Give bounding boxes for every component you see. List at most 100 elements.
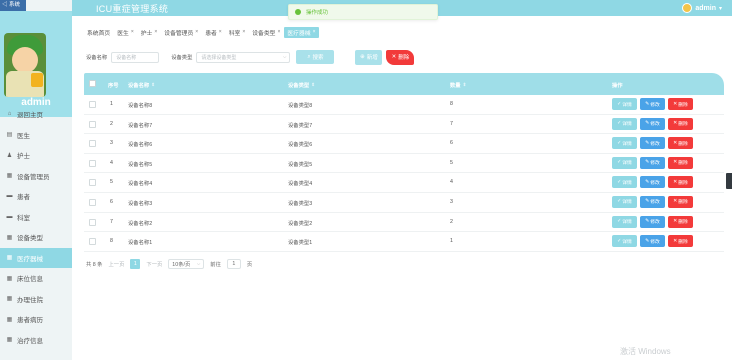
- sort-icon[interactable]: ⇕: [463, 82, 467, 88]
- page-number-current[interactable]: 1: [130, 259, 141, 269]
- add-button[interactable]: ⊕ 新增: [355, 49, 383, 65]
- sidebar-item-label: 医生: [17, 132, 30, 140]
- toast-message: 操作成功: [306, 10, 329, 16]
- edit-button[interactable]: ✎ 修改: [640, 176, 665, 189]
- sidebar-item-11[interactable]: ▦ 治疗信息: [0, 330, 72, 351]
- view-button[interactable]: ✓ 详情: [612, 176, 637, 189]
- close-icon[interactable]: ×: [242, 29, 245, 35]
- close-icon[interactable]: ×: [219, 29, 222, 35]
- header-type[interactable]: 设备类型 ⇕: [288, 81, 315, 89]
- view-button[interactable]: ✓ 详情: [612, 98, 637, 110]
- device-name-input[interactable]: 设备名称: [111, 51, 160, 63]
- row-checkbox[interactable]: [89, 218, 96, 226]
- edit-button[interactable]: ✎ 修改: [640, 215, 665, 228]
- sidebar-item-5[interactable]: ▬ 科室: [0, 207, 72, 228]
- delete-button[interactable]: ✕ 删除: [668, 137, 693, 150]
- delete-button[interactable]: ✕ 删除: [668, 98, 693, 110]
- edit-label: 修改: [650, 161, 660, 167]
- view-button[interactable]: ✓ 详情: [612, 235, 637, 248]
- edit-button[interactable]: ✎ 修改: [640, 98, 665, 110]
- search-button[interactable]: ⌕ 搜索: [296, 50, 335, 64]
- tab-7[interactable]: 医疗器械 ×: [284, 26, 319, 38]
- close-icon[interactable]: ×: [154, 29, 157, 35]
- sort-icon[interactable]: ⇕: [151, 82, 155, 88]
- edit-button[interactable]: ✎ 修改: [640, 137, 665, 150]
- user-avatar[interactable]: [682, 3, 693, 13]
- view-button[interactable]: ✓ 详情: [612, 137, 637, 150]
- sidebar-item-1[interactable]: ▤ 医生: [0, 125, 72, 146]
- view-label: 详情: [622, 200, 632, 206]
- sort-icon[interactable]: ⇕: [311, 82, 315, 88]
- sidebar-collapse-tag[interactable]: ◁ 系统: [0, 0, 26, 11]
- view-button[interactable]: ✓ 详情: [612, 215, 637, 228]
- tab-5[interactable]: 科室 ×: [226, 27, 249, 38]
- view-button[interactable]: ✓ 详情: [612, 117, 637, 130]
- user-name[interactable]: admin: [695, 5, 716, 12]
- row-checkbox[interactable]: [89, 198, 96, 206]
- check-icon: ✓: [617, 121, 622, 127]
- delete-button[interactable]: ✕ 删除: [668, 215, 693, 228]
- chevron-down-icon[interactable]: ▾: [719, 5, 722, 12]
- edit-button[interactable]: ✎ 修改: [640, 117, 665, 130]
- edit-button[interactable]: ✎ 修改: [640, 235, 665, 248]
- close-icon[interactable]: ×: [277, 29, 280, 35]
- sidebar-item-4[interactable]: ▬ 患者: [0, 186, 72, 207]
- sidebar-item-6[interactable]: ▦ 设备类型: [0, 227, 72, 248]
- row-checkbox[interactable]: [89, 179, 96, 187]
- cell-name: 设备名称3: [128, 200, 153, 207]
- page-size-select[interactable]: 10条/页 ⌵: [168, 259, 205, 269]
- sidebar-item-2[interactable]: ♟ 护士: [0, 145, 72, 166]
- tab-3[interactable]: 设备管理员 ×: [161, 27, 201, 38]
- close-icon[interactable]: ×: [131, 29, 134, 35]
- sidebar-item-3[interactable]: ▦ 设备管理员: [0, 166, 72, 187]
- delete-button[interactable]: ✕ 删除: [668, 235, 693, 248]
- goto-page-input[interactable]: 1: [226, 259, 241, 269]
- view-button[interactable]: ✓ 详情: [612, 195, 637, 208]
- tab-6[interactable]: 设备类型 ×: [249, 27, 283, 38]
- user-menu[interactable]: admin ▾: [682, 2, 722, 14]
- tab-0[interactable]: 系统首页: [84, 27, 113, 38]
- row-checkbox[interactable]: [89, 140, 96, 148]
- cell-quantity: 8: [450, 101, 453, 107]
- header-quantity[interactable]: 数量 ⇕: [450, 81, 466, 89]
- view-button[interactable]: ✓ 详情: [612, 156, 637, 169]
- row-checkbox[interactable]: [89, 120, 96, 128]
- device-table: 序号 设备名称 ⇕ 设备类型 ⇕ 数量 ⇕ 操作 1 设备名称8 设备类型8 8 ✓ 详情…: [84, 73, 724, 252]
- close-icon: ✕: [391, 54, 397, 60]
- select-all-checkbox[interactable]: [89, 80, 96, 87]
- tab-2[interactable]: 护士 ×: [138, 27, 161, 38]
- next-page-button[interactable]: 下一页: [146, 260, 162, 268]
- header-quantity-label: 数量: [450, 83, 461, 89]
- header-actions-label: 操作: [612, 83, 623, 89]
- row-checkbox[interactable]: [89, 101, 96, 108]
- sidebar-item-9[interactable]: ▦ 办理住院: [0, 289, 72, 310]
- delete-button[interactable]: ✕ 删除: [668, 195, 693, 208]
- edit-button[interactable]: ✎ 修改: [640, 156, 665, 169]
- delete-button[interactable]: ✕ 删除: [668, 176, 693, 189]
- table-header: 序号 设备名称 ⇕ 设备类型 ⇕ 数量 ⇕ 操作: [84, 73, 724, 95]
- sidebar-item-0[interactable]: ⌂ 退回主页: [0, 104, 72, 125]
- tab-4[interactable]: 患者 ×: [202, 27, 225, 38]
- prev-page-button[interactable]: 上一页: [108, 260, 124, 268]
- delete-button[interactable]: ✕ 删除: [668, 156, 693, 169]
- batch-delete-button[interactable]: ✕ 删除: [386, 49, 415, 65]
- cell-type: 设备类型4: [288, 181, 313, 188]
- page-scroll-handle[interactable]: [726, 173, 732, 189]
- sidebar-item-7[interactable]: ▦ 医疗器械: [0, 247, 72, 268]
- delete-label: 删除: [678, 200, 688, 206]
- row-checkbox[interactable]: [89, 238, 96, 246]
- close-icon[interactable]: ×: [313, 29, 316, 35]
- close-icon[interactable]: ×: [195, 29, 198, 35]
- tab-label: 医疗器械: [287, 30, 311, 37]
- cell-type: 设备类型6: [288, 142, 313, 149]
- close-icon: ✕: [673, 179, 678, 185]
- sidebar-item-8[interactable]: ▦ 床位信息: [0, 268, 72, 289]
- sidebar-item-10[interactable]: ▦ 患者病历: [0, 309, 72, 330]
- header-name[interactable]: 设备名称 ⇕: [128, 81, 155, 89]
- delete-button[interactable]: ✕ 删除: [668, 117, 693, 130]
- device-type-select[interactable]: 请选择设备类型 ⌵: [196, 51, 291, 63]
- tab-label: 科室: [228, 30, 241, 37]
- edit-button[interactable]: ✎ 修改: [640, 195, 665, 208]
- row-checkbox[interactable]: [89, 159, 96, 167]
- tab-1[interactable]: 医生 ×: [114, 27, 137, 38]
